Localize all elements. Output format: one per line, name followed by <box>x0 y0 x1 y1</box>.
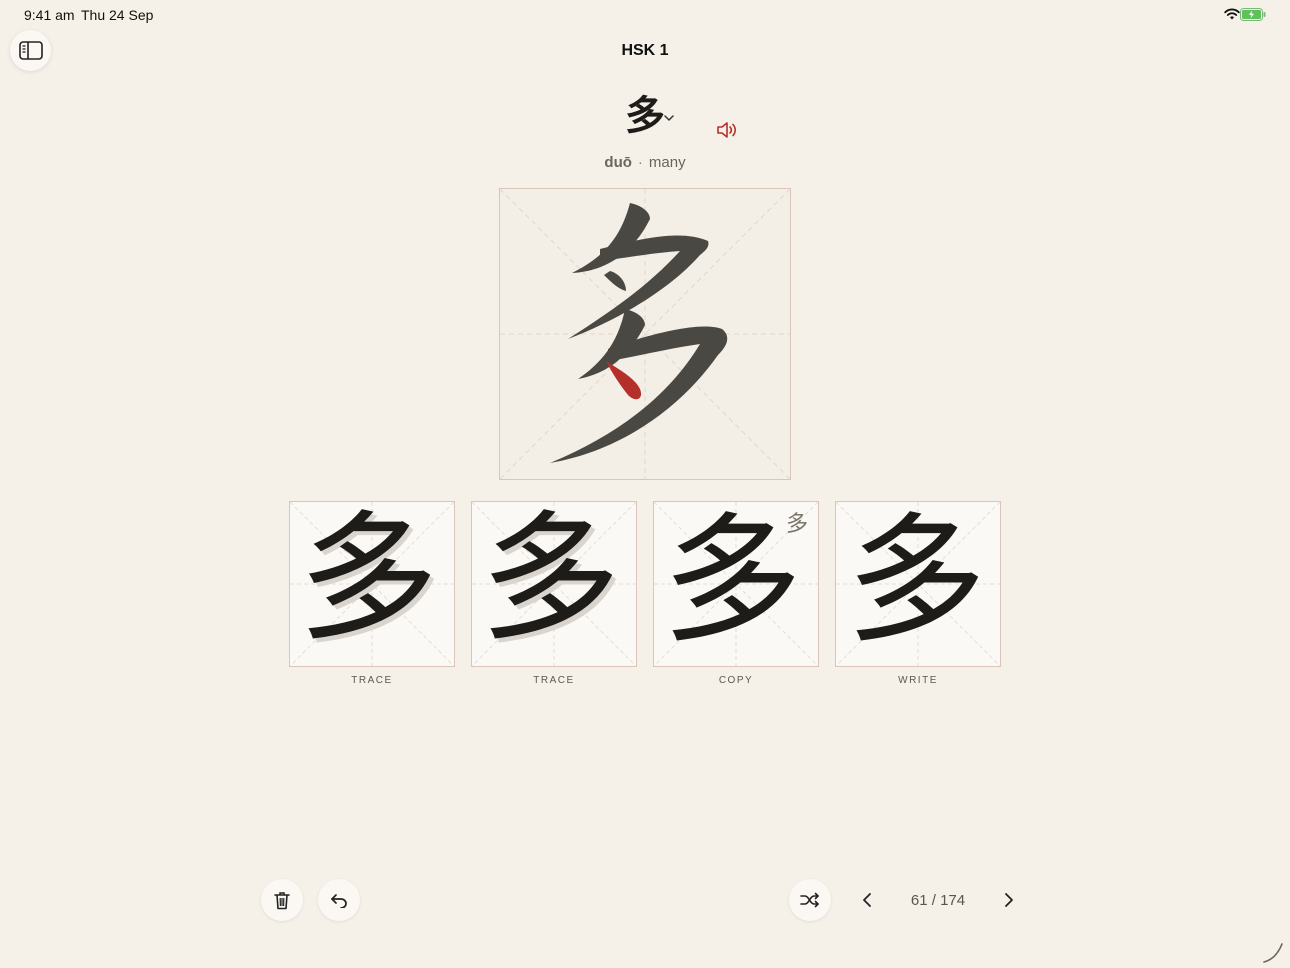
stage-trace-2[interactable]: 多 多 TRACE <box>471 501 637 686</box>
trash-icon <box>274 891 290 909</box>
guide-grid <box>500 189 790 479</box>
stage-canvas[interactable]: 多 多 <box>471 501 637 667</box>
stage-copy[interactable]: 多 多 COPY <box>653 501 819 686</box>
status-date: Thu 24 Sep <box>81 7 154 23</box>
stage-write[interactable]: 多 WRITE <box>835 501 1001 686</box>
meaning-text: many <box>648 154 686 171</box>
pencil-hover-indicator <box>1263 943 1283 963</box>
character-header: 多 <box>0 90 1290 142</box>
stage-label: TRACE <box>533 675 575 686</box>
previous-button[interactable] <box>858 890 876 910</box>
undo-icon <box>331 894 347 908</box>
status-bar: 9:41 am Thu 24 Sep <box>0 0 1290 30</box>
stage-canvas[interactable]: 多 多 <box>289 501 455 667</box>
pinyin-meaning: duō · many <box>0 154 1290 171</box>
copy-glyph: 多 <box>661 500 802 663</box>
page-counter: 61 / 174 <box>910 892 966 909</box>
chevron-down-icon[interactable] <box>663 113 675 123</box>
stage-label: WRITE <box>898 675 938 686</box>
speaker-icon[interactable] <box>715 120 739 140</box>
character-strokes <box>550 203 728 463</box>
stage-label: TRACE <box>351 675 393 686</box>
status-time: 9:41 am <box>24 7 75 23</box>
trace-glyph: 多 <box>479 498 620 661</box>
shuffle-button[interactable] <box>789 879 831 921</box>
pinyin-text: duō <box>604 154 632 171</box>
stage-trace-1[interactable]: 多 多 TRACE <box>289 501 455 686</box>
undo-button[interactable] <box>318 879 360 921</box>
chevron-left-icon <box>863 893 871 907</box>
chevron-right-icon <box>1005 893 1013 907</box>
stage-canvas[interactable]: 多 <box>835 501 1001 667</box>
wifi-icon <box>1224 8 1240 20</box>
separator: · <box>637 154 643 171</box>
shuffle-icon <box>800 892 819 908</box>
next-button[interactable] <box>1000 890 1018 910</box>
stroke-order-canvas[interactable] <box>499 188 791 480</box>
stage-canvas[interactable]: 多 多 <box>653 501 819 667</box>
active-stroke <box>606 361 642 400</box>
battery-icon <box>1240 8 1266 21</box>
write-glyph: 多 <box>845 500 986 663</box>
stage-label: COPY <box>718 675 754 686</box>
delete-button[interactable] <box>261 879 303 921</box>
character-glyph[interactable]: 多 <box>625 96 665 136</box>
page-title: HSK 1 <box>621 42 669 59</box>
trace-glyph: 多 <box>297 498 438 661</box>
